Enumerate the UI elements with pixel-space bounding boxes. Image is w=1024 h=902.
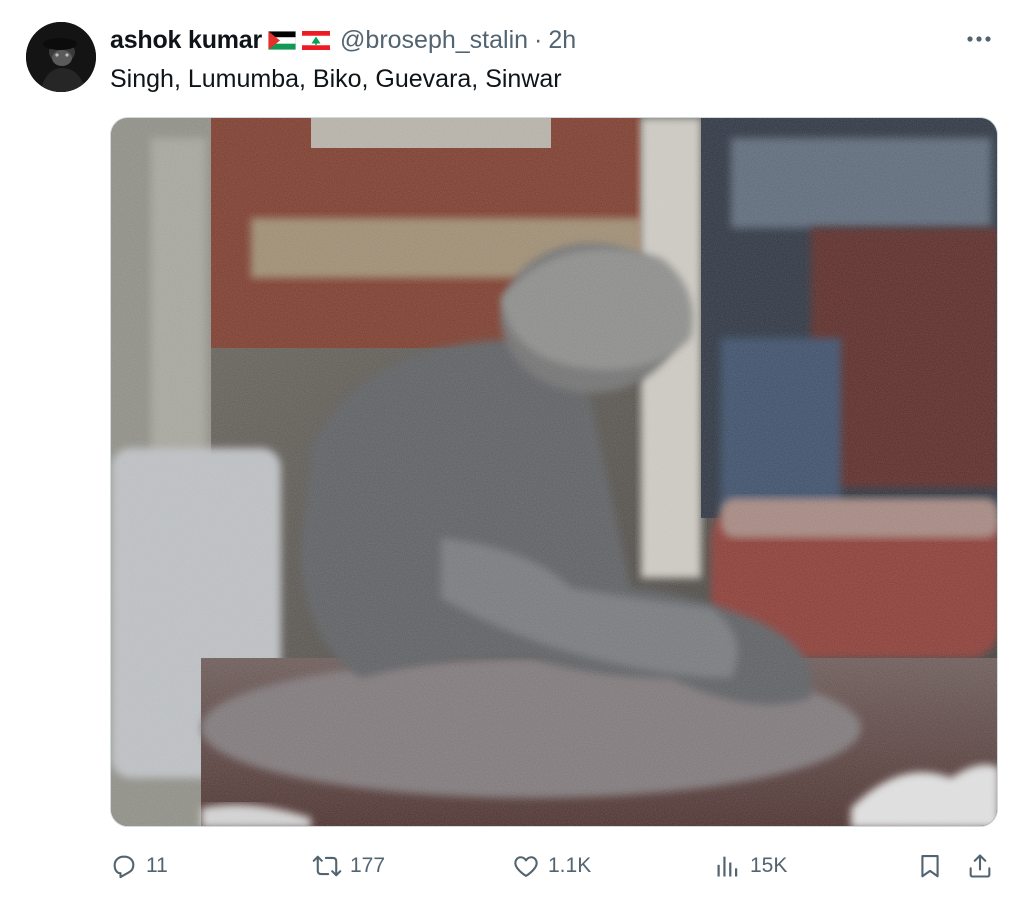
author-name[interactable]: ashok kumar — [110, 26, 262, 55]
repost-icon — [312, 855, 342, 877]
reply-button[interactable]: 11 — [110, 846, 168, 886]
tweet-header: ashok kumar @broseph_stalin · 2h — [110, 24, 576, 56]
repost-button[interactable]: 177 — [312, 846, 385, 886]
more-options-button[interactable] — [962, 22, 996, 56]
reply-count: 11 — [146, 854, 168, 877]
author-avatar[interactable] — [26, 22, 96, 92]
like-count: 1.1K — [548, 854, 592, 877]
share-icon — [969, 854, 991, 878]
reply-icon — [113, 855, 135, 879]
timestamp[interactable]: 2h — [548, 26, 576, 55]
views-chart-icon — [717, 856, 738, 877]
separator-dot: · — [534, 25, 543, 54]
views-count: 15K — [750, 854, 788, 877]
heart-icon — [514, 856, 538, 877]
repost-count: 177 — [350, 854, 386, 877]
bookmark-icon — [921, 855, 939, 878]
bookmark-button[interactable] — [916, 846, 944, 886]
tweet-media[interactable] — [110, 117, 998, 827]
avatar-image — [26, 22, 96, 92]
tweet-text: Singh, Lumumba, Biko, Guevara, Sinwar — [110, 65, 562, 93]
lebanon-flag-icon — [302, 30, 331, 50]
share-button[interactable] — [966, 846, 994, 886]
author-handle[interactable]: @broseph_stalin — [340, 26, 528, 55]
like-button[interactable]: 1.1K — [512, 846, 591, 886]
more-dots-icon — [967, 36, 991, 42]
views-button[interactable]: 15K — [714, 846, 787, 886]
tweet-action-bar: 11 177 1.1K 15K — [0, 846, 1024, 886]
palestine-flag-icon — [268, 30, 297, 50]
tweet-photo — [111, 118, 997, 826]
